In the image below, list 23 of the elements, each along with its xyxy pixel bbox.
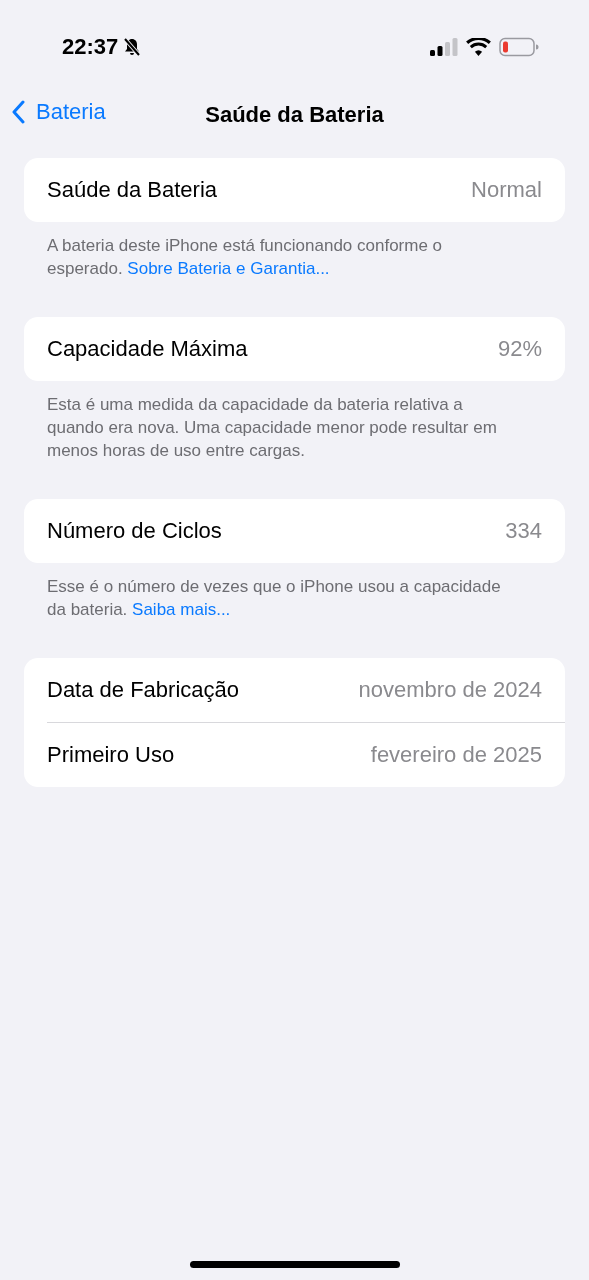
- status-time: 22:37: [62, 34, 119, 60]
- row-value: 92%: [497, 336, 542, 362]
- footnote: Esse é o número de vezes que o iPhone usou a capacidade da bateria. Saiba mais...: [47, 576, 502, 621]
- back-button[interactable]: Bateria: [12, 99, 106, 125]
- row-label: Capacidade Máxima: [47, 336, 248, 362]
- battery-icon: [499, 37, 539, 57]
- page-title: Saúde da Bateria: [205, 102, 384, 128]
- row-value: Normal: [471, 177, 542, 203]
- row-label: Número de Ciclos: [47, 518, 222, 544]
- row-label: Saúde da Bateria: [47, 177, 218, 203]
- wifi-icon: [466, 38, 491, 56]
- row-value: 334: [505, 518, 542, 544]
- footnote: A bateria deste iPhone está funcionando conforme o esperado. Sobre Bateria e Garantia...: [47, 235, 444, 280]
- footnote-link[interactable]: Saiba mais...: [132, 600, 231, 619]
- row-value: fevereiro de 2025: [370, 742, 542, 768]
- chevron-icon: [12, 100, 26, 124]
- row-label: Data de Fabricação: [47, 677, 239, 703]
- signal-icon: [430, 38, 458, 56]
- row-value: novembro de 2024: [358, 677, 542, 703]
- footnote-link[interactable]: Sobre Bateria e Garantia...: [127, 259, 330, 278]
- muted-bell-icon: [122, 37, 143, 57]
- footnote: Esta é uma medida da capacidade da bateria relativa a quando era nova. Uma capacidade menor pode resultar em menos horas de uso entre cargas.: [47, 394, 498, 462]
- row-label: Primeiro Uso: [47, 742, 175, 768]
